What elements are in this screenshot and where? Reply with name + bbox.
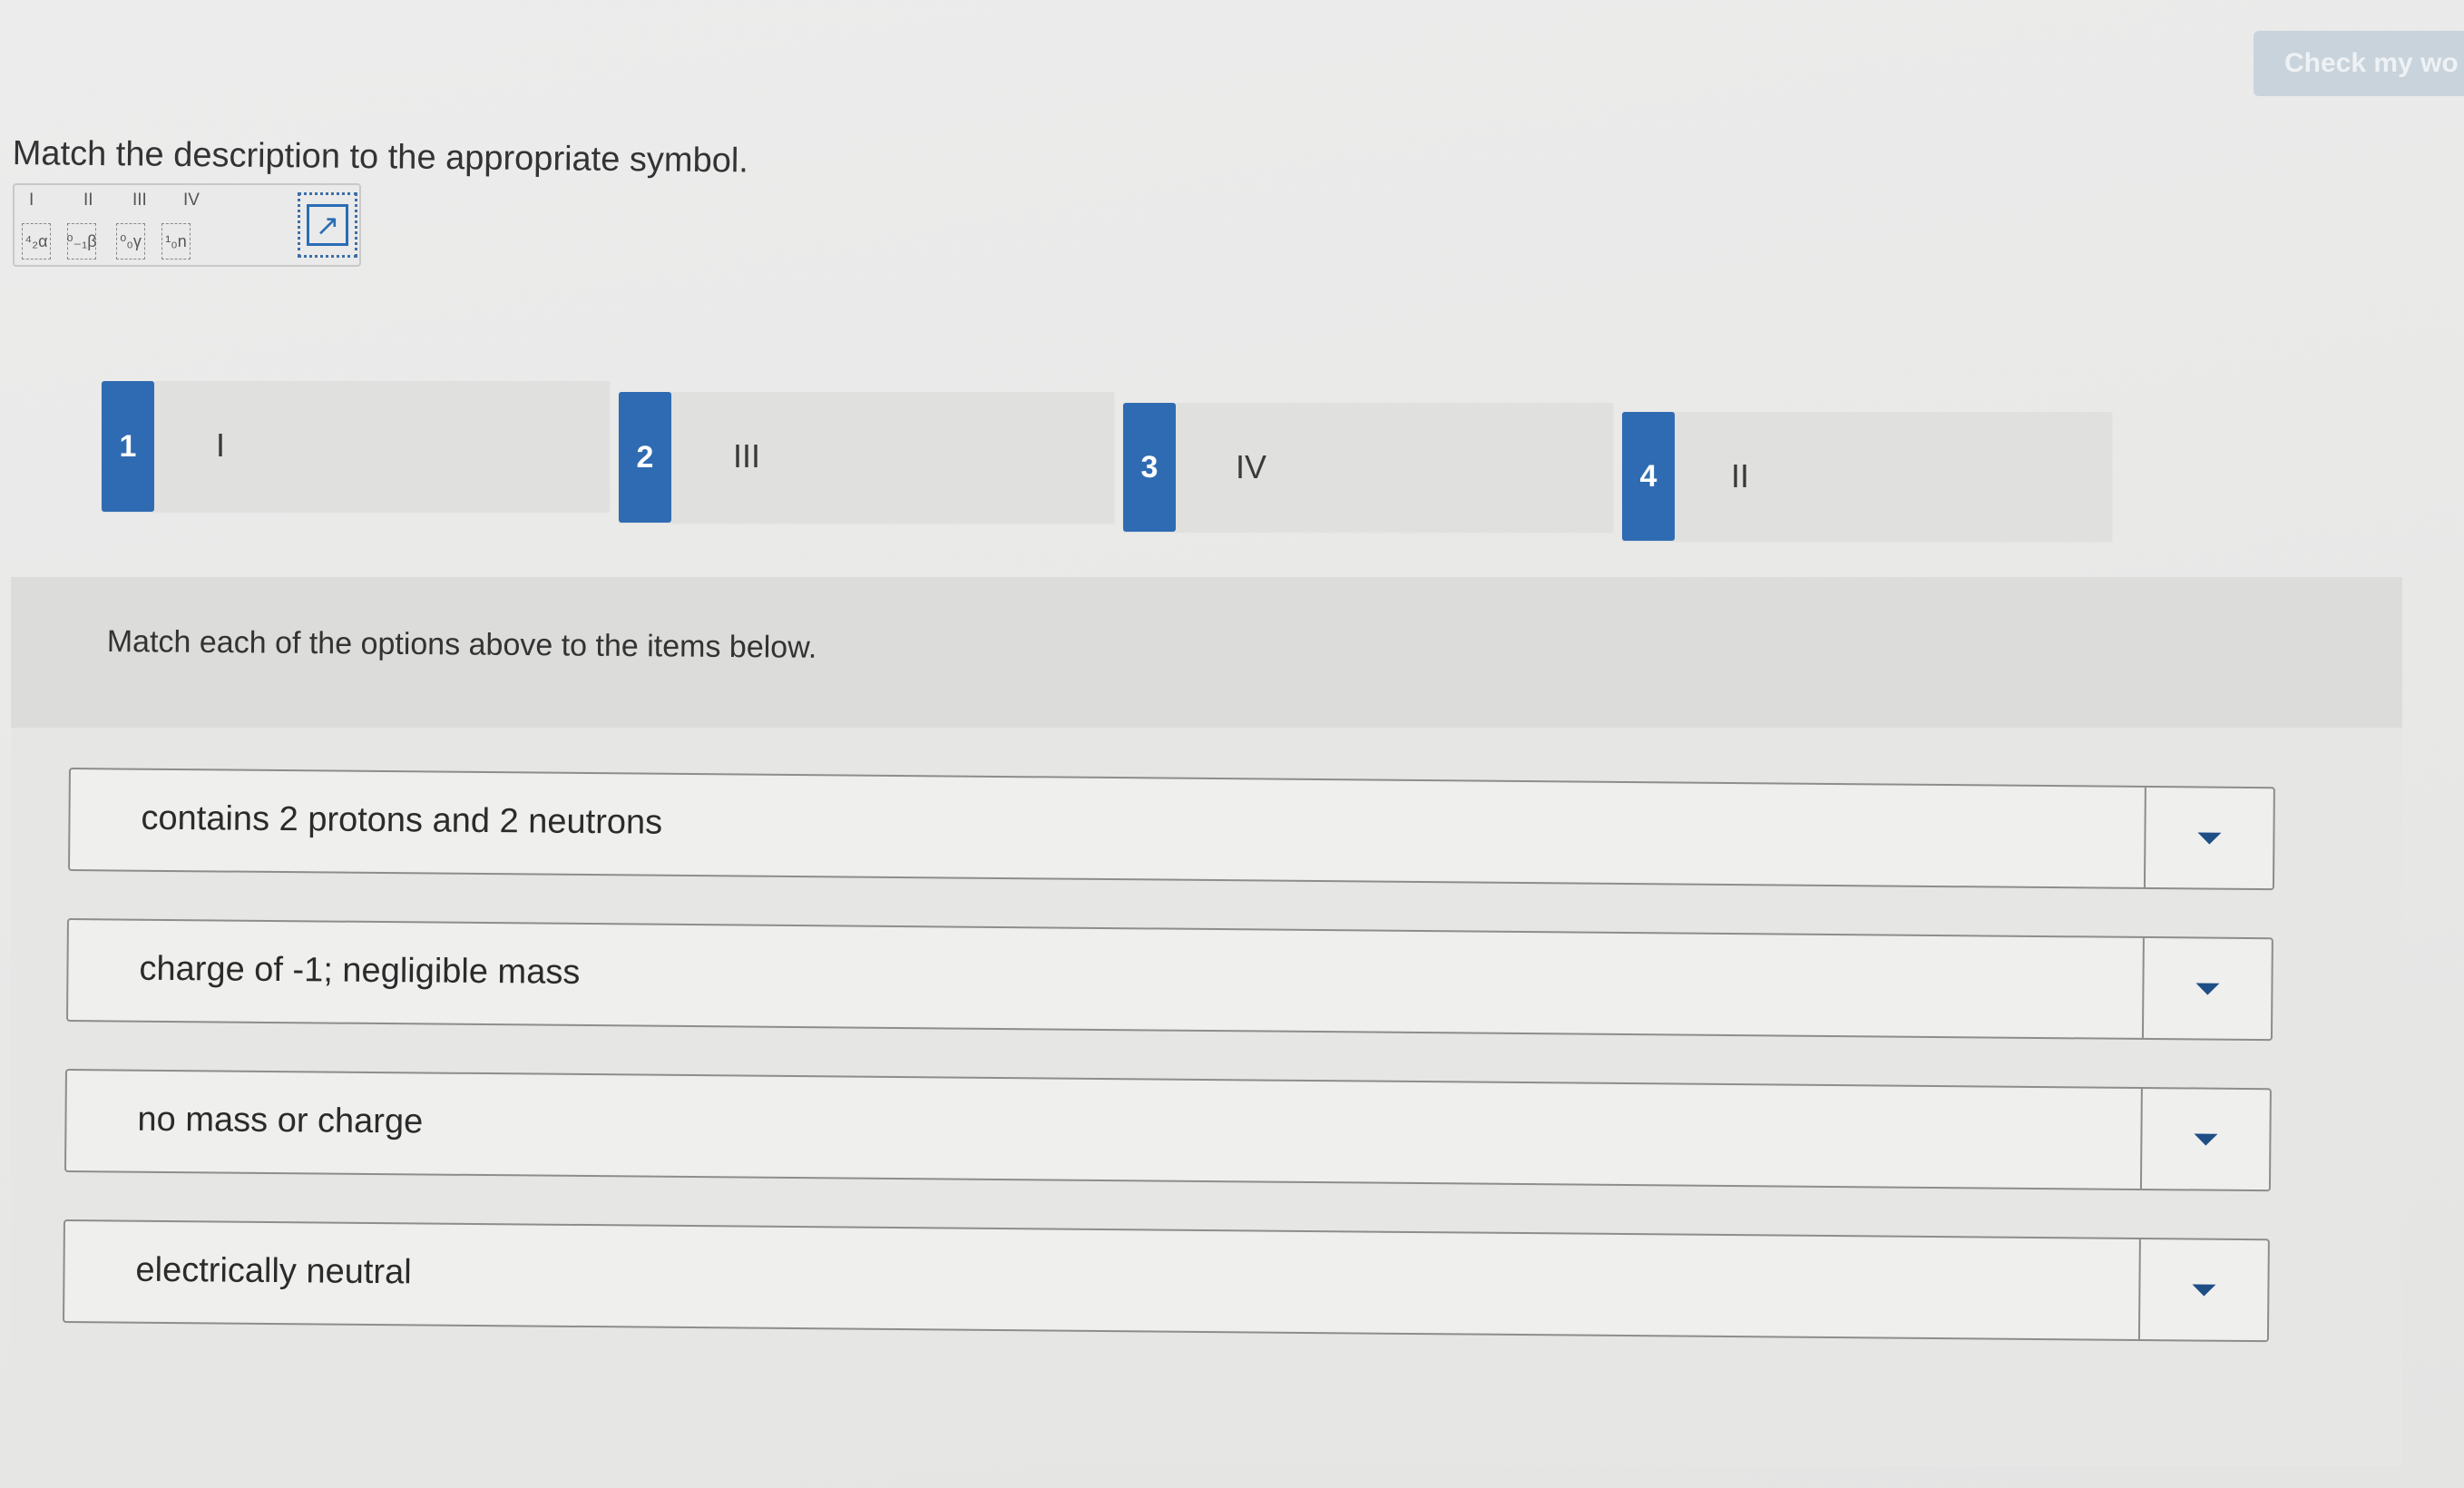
match-row-1: contains 2 protons and 2 neutrons xyxy=(68,768,2275,891)
gamma-symbol: ⁰₀γ xyxy=(116,223,145,259)
beta-symbol: ⁰₋₁β xyxy=(66,223,97,259)
match-item-label: contains 2 protons and 2 neutrons xyxy=(141,798,663,842)
option-card-4[interactable]: 4 II xyxy=(1622,412,2112,541)
symbol-reference-image: I II III IV ⁴₂α ⁰₋₁β ⁰₀γ ¹₀n ↗ xyxy=(13,183,361,267)
answer-dropdown[interactable] xyxy=(2137,1238,2268,1341)
answer-dropdown[interactable] xyxy=(2141,937,2272,1040)
option-card-3[interactable]: 3 IV xyxy=(1123,403,1613,532)
chevron-down-icon xyxy=(2195,982,2220,995)
alpha-symbol: ⁴₂α xyxy=(22,223,51,259)
chevron-down-icon xyxy=(2194,1132,2218,1146)
question-prompt: Match the description to the appropriate… xyxy=(12,134,749,181)
neutron-symbol: ¹₀n xyxy=(161,223,191,259)
answer-dropdown[interactable] xyxy=(2139,1088,2270,1190)
option-label: III xyxy=(733,437,761,475)
match-row-3: no mass or charge xyxy=(64,1069,2272,1192)
match-item-label: charge of -1; negligible mass xyxy=(139,949,581,992)
expand-image-button[interactable]: ↗ xyxy=(298,192,357,258)
option-card-2[interactable]: 2 III xyxy=(619,392,1114,523)
match-instruction: Match each of the options above to the i… xyxy=(106,624,817,665)
match-item-label: no mass or charge xyxy=(137,1100,424,1141)
roman-label-1: I xyxy=(29,191,34,210)
match-item-label: electrically neutral xyxy=(135,1250,412,1292)
roman-label-3: III xyxy=(132,191,147,210)
match-panel: Match each of the options above to the i… xyxy=(11,577,2402,1466)
option-card-1[interactable]: 1 I xyxy=(102,381,610,512)
match-row-2: charge of -1; negligible mass xyxy=(66,918,2273,1042)
roman-label-4: IV xyxy=(183,191,200,210)
option-label: IV xyxy=(1236,448,1267,485)
option-number-badge: 2 xyxy=(619,392,671,523)
option-number-badge: 1 xyxy=(102,381,154,512)
expand-arrow-icon: ↗ xyxy=(307,204,348,246)
check-my-work-button[interactable]: Check my wo xyxy=(2254,31,2464,96)
chevron-down-icon xyxy=(2192,1283,2216,1297)
chevron-down-icon xyxy=(2197,831,2222,845)
match-header: Match each of the options above to the i… xyxy=(11,577,2402,728)
option-label: I xyxy=(216,426,226,464)
match-row-4: electrically neutral xyxy=(63,1219,2270,1343)
option-number-badge: 4 xyxy=(1622,412,1675,541)
answer-dropdown[interactable] xyxy=(2143,787,2273,889)
roman-label-2: II xyxy=(83,191,93,210)
option-label: II xyxy=(1731,457,1750,494)
option-number-badge: 3 xyxy=(1123,403,1176,532)
